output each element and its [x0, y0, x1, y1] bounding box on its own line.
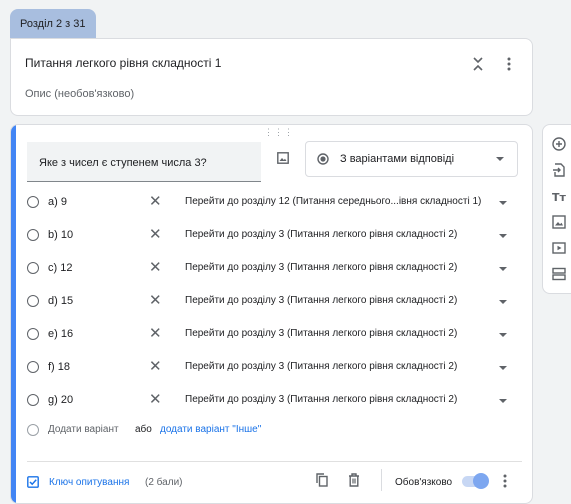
option-label[interactable]: d) 15	[48, 295, 73, 307]
vertical-divider	[381, 469, 382, 491]
go-to-section-select[interactable]: Перейти до розділу 3 (Питання легкого рі…	[185, 262, 457, 273]
option-label[interactable]: g) 20	[48, 394, 73, 406]
radio-checked-icon	[317, 153, 329, 165]
radio-icon	[27, 394, 39, 406]
chevron-down-icon[interactable]	[499, 333, 507, 337]
question-type-label: З варіантами відповіді	[340, 153, 455, 165]
required-toggle-knob[interactable]	[473, 473, 489, 489]
chevron-down-icon[interactable]	[499, 366, 507, 370]
radio-icon	[27, 328, 39, 340]
question-type-select[interactable]: З варіантами відповіді	[305, 141, 518, 177]
question-card[interactable]: ⋮⋮⋮ Яке з чисел є ступенем числа 3? З ва…	[10, 124, 533, 504]
option-row[interactable]: d) 15 ✕ Перейти до розділу 3 (Питання ле…	[27, 292, 522, 313]
add-other-link[interactable]: додати варіант "Інше"	[160, 424, 261, 435]
section-title[interactable]: Питання легкого рівня складності 1	[25, 56, 221, 70]
option-row[interactable]: b) 10 ✕ Перейти до розділу 3 (Питання ле…	[27, 226, 522, 247]
radio-icon	[27, 262, 39, 274]
chevron-down-icon[interactable]	[499, 234, 507, 238]
option-row[interactable]: e) 16 ✕ Перейти до розділу 3 (Питання ле…	[27, 325, 522, 346]
go-to-section-select[interactable]: Перейти до розділу 3 (Питання легкого рі…	[185, 328, 457, 339]
chevron-down-icon[interactable]	[499, 201, 507, 205]
question-text: Яке з чисел є ступенем числа 3?	[39, 157, 207, 169]
collapse-icon[interactable]	[471, 55, 485, 73]
option-row[interactable]: a) 9 ✕ Перейти до розділу 12 (Питання се…	[27, 193, 522, 214]
remove-option-icon[interactable]: ✕	[149, 292, 162, 310]
trash-icon[interactable]	[348, 473, 360, 487]
chevron-down-icon[interactable]	[499, 399, 507, 403]
add-title-icon[interactable]: Tт	[552, 189, 566, 203]
section-tab: Розділ 2 з 31	[10, 9, 96, 39]
section-tab-label: Розділ 2 з 31	[20, 18, 86, 30]
remove-option-icon[interactable]: ✕	[149, 226, 162, 244]
radio-icon	[27, 424, 39, 436]
answer-key-icon[interactable]	[27, 476, 39, 488]
more-vert-icon[interactable]	[505, 55, 513, 73]
add-image-icon[interactable]	[552, 215, 566, 229]
remove-option-icon[interactable]: ✕	[149, 193, 162, 211]
section-description-field[interactable]: Опис (необов'язково)	[25, 88, 134, 100]
image-icon[interactable]	[277, 152, 289, 164]
radio-icon	[27, 229, 39, 241]
add-section-icon[interactable]	[552, 267, 566, 281]
required-label: Обов'язково	[395, 477, 453, 488]
add-or-text: або	[135, 424, 152, 435]
copy-icon[interactable]	[316, 473, 328, 487]
option-label[interactable]: b) 10	[48, 229, 73, 241]
add-option-link[interactable]: Додати варіант	[48, 424, 119, 435]
divider	[27, 461, 522, 462]
option-label[interactable]: f) 18	[48, 361, 70, 373]
chevron-down-icon[interactable]	[499, 267, 507, 271]
go-to-section-select[interactable]: Перейти до розділу 3 (Питання легкого рі…	[185, 361, 457, 372]
import-questions-icon[interactable]	[552, 163, 566, 177]
radio-icon	[27, 361, 39, 373]
svg-text:Tт: Tт	[552, 191, 566, 203]
remove-option-icon[interactable]: ✕	[149, 358, 162, 376]
option-label[interactable]: e) 16	[48, 328, 73, 340]
add-question-icon[interactable]	[552, 137, 566, 151]
go-to-section-select[interactable]: Перейти до розділу 3 (Питання легкого рі…	[185, 394, 457, 405]
option-label[interactable]: a) 9	[48, 196, 67, 208]
points-label: (2 бали)	[145, 477, 183, 488]
drag-handle-icon[interactable]: ⋮⋮⋮	[264, 127, 294, 138]
remove-option-icon[interactable]: ✕	[149, 391, 162, 409]
chevron-down-icon	[496, 157, 504, 161]
answer-key-button[interactable]: Ключ опитування	[49, 477, 129, 488]
more-vert-icon[interactable]	[501, 473, 509, 489]
remove-option-icon[interactable]: ✕	[149, 325, 162, 343]
remove-option-icon[interactable]: ✕	[149, 259, 162, 277]
add-video-icon[interactable]	[552, 241, 566, 255]
go-to-section-select[interactable]: Перейти до розділу 3 (Питання легкого рі…	[185, 229, 457, 240]
option-label[interactable]: c) 12	[48, 262, 72, 274]
section-header-card[interactable]: Питання легкого рівня складності 1 Опис …	[10, 38, 533, 116]
question-title-input[interactable]: Яке з чисел є ступенем числа 3?	[27, 142, 261, 182]
option-row[interactable]: g) 20 ✕ Перейти до розділу 3 (Питання ле…	[27, 391, 522, 412]
option-row[interactable]: c) 12 ✕ Перейти до розділу 3 (Питання ле…	[27, 259, 522, 280]
floating-toolbar: Tт	[542, 124, 571, 294]
radio-icon	[27, 196, 39, 208]
go-to-section-select[interactable]: Перейти до розділу 12 (Питання середньог…	[185, 196, 481, 207]
go-to-section-select[interactable]: Перейти до розділу 3 (Питання легкого рі…	[185, 295, 457, 306]
chevron-down-icon[interactable]	[499, 300, 507, 304]
option-row[interactable]: f) 18 ✕ Перейти до розділу 3 (Питання ле…	[27, 358, 522, 379]
radio-icon	[27, 295, 39, 307]
